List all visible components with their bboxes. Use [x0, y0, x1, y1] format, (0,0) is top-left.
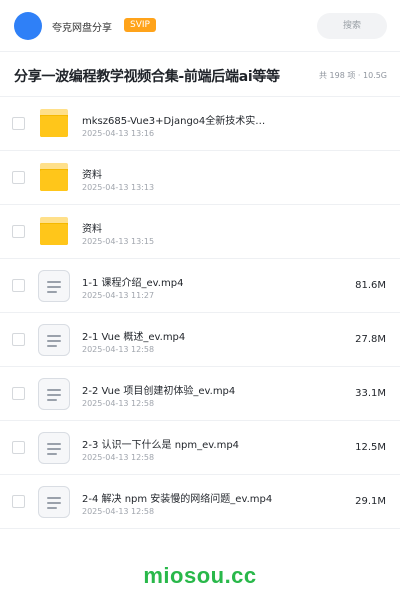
list-item[interactable]: mksz685-Vue3+Django4全新技术实… 2025-04-13 13… [0, 97, 400, 151]
list-item[interactable]: 2-1 Vue 概述_ev.mp4 2025-04-13 12:58 27.8M [0, 313, 400, 367]
search-button[interactable]: 搜索 [317, 13, 387, 39]
document-icon [38, 486, 70, 518]
select-checkbox[interactable] [12, 495, 25, 508]
folder-icon [38, 216, 70, 248]
file-name: 2-1 Vue 概述_ev.mp4 [82, 332, 186, 343]
document-icon [38, 432, 70, 464]
file-size: 12.5M [355, 442, 386, 453]
select-checkbox[interactable] [12, 441, 25, 454]
avatar[interactable] [14, 12, 42, 40]
file-date: 2025-04-13 13:15 [82, 237, 155, 246]
file-name: 2-3 认识一下什么是 npm_ev.mp4 [82, 440, 240, 451]
svip-badge: SVIP [124, 18, 156, 32]
file-date: 2025-04-13 13:16 [82, 129, 155, 138]
file-name: 1-1 课程介绍_ev.mp4 [82, 278, 184, 289]
file-list: mksz685-Vue3+Django4全新技术实… 2025-04-13 13… [0, 97, 400, 529]
select-checkbox[interactable] [12, 387, 25, 400]
file-size: 27.8M [355, 334, 386, 345]
share-count-text: 共 198 项 · 10.5G [319, 71, 387, 80]
select-checkbox[interactable] [12, 279, 25, 292]
watermark-text: miosou.cc [143, 563, 257, 588]
top-bar: 夸克网盘分享 SVIP 搜索 [0, 0, 400, 52]
list-item[interactable]: 1-1 课程介绍_ev.mp4 2025-04-13 11:27 81.6M [0, 259, 400, 313]
file-date: 2025-04-13 11:27 [82, 291, 155, 300]
share-title: 分享一波编程教学视频合集-前端后端ai等等 [14, 69, 280, 85]
file-date: 2025-04-13 12:58 [82, 507, 155, 516]
file-name: mksz685-Vue3+Django4全新技术实… [82, 116, 266, 127]
file-date: 2025-04-13 13:13 [82, 183, 155, 192]
share-count: 共 198 项 · 10.5G [319, 70, 387, 81]
file-name: 2-2 Vue 项目创建初体验_ev.mp4 [82, 386, 236, 397]
share-header: 分享一波编程教学视频合集-前端后端ai等等 共 198 项 · 10.5G [0, 52, 400, 97]
file-date: 2025-04-13 12:58 [82, 399, 155, 408]
list-item[interactable]: 资料 2025-04-13 13:13 [0, 151, 400, 205]
document-icon [38, 270, 70, 302]
file-name: 资料 [82, 170, 102, 181]
list-item[interactable]: 2-3 认识一下什么是 npm_ev.mp4 2025-04-13 12:58 … [0, 421, 400, 475]
file-size: 33.1M [355, 388, 386, 399]
folder-icon [38, 108, 70, 140]
list-item[interactable]: 2-2 Vue 项目创建初体验_ev.mp4 2025-04-13 12:58 … [0, 367, 400, 421]
select-checkbox[interactable] [12, 225, 25, 238]
file-date: 2025-04-13 12:58 [82, 345, 155, 354]
file-date: 2025-04-13 12:58 [82, 453, 155, 462]
select-checkbox[interactable] [12, 171, 25, 184]
select-checkbox[interactable] [12, 333, 25, 346]
select-checkbox[interactable] [12, 117, 25, 130]
file-name: 2-4 解决 npm 安装慢的网络问题_ev.mp4 [82, 494, 273, 505]
document-icon [38, 324, 70, 356]
document-icon [38, 378, 70, 410]
brand-name: 夸克网盘分享 [52, 23, 112, 34]
file-name: 资料 [82, 224, 102, 235]
file-size: 29.1M [355, 496, 386, 507]
folder-icon [38, 162, 70, 194]
list-item[interactable]: 2-4 解决 npm 安装慢的网络问题_ev.mp4 2025-04-13 12… [0, 475, 400, 529]
file-size: 81.6M [355, 280, 386, 291]
list-item[interactable]: 资料 2025-04-13 13:15 [0, 205, 400, 259]
